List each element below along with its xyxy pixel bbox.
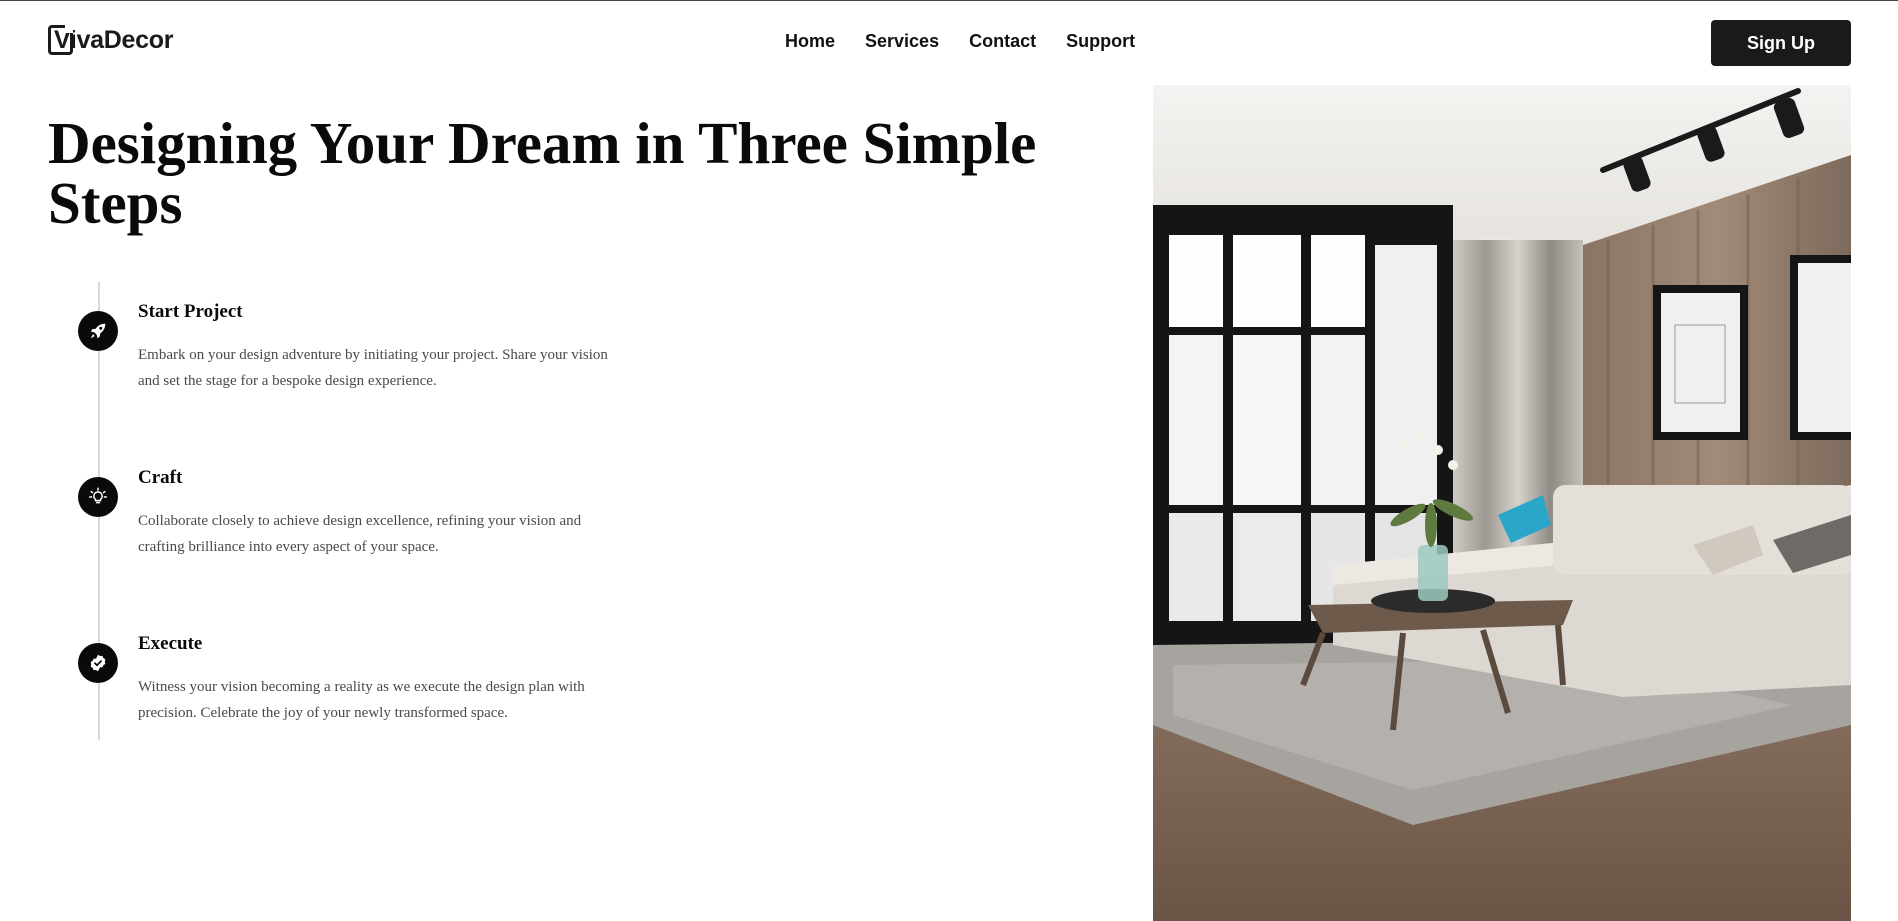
logo-mark-icon xyxy=(48,25,73,55)
step-description: Witness your vision becoming a reality a… xyxy=(138,679,585,721)
step-description: Collaborate closely to achieve design ex… xyxy=(138,513,582,555)
main-nav: Home Services Contact Support xyxy=(785,31,1135,52)
sign-up-button[interactable]: Sign Up xyxy=(1711,20,1851,66)
nav-link-services[interactable]: Services xyxy=(865,31,939,52)
nav-link-support[interactable]: Support xyxy=(1066,31,1135,52)
nav-link-home[interactable]: Home xyxy=(785,31,835,52)
nav-link-contact[interactable]: Contact xyxy=(969,31,1036,52)
rocket-icon xyxy=(78,311,118,351)
step-title: Execute xyxy=(138,633,203,654)
brand-logo[interactable]: VivaDecor xyxy=(48,23,173,57)
check-badge-icon xyxy=(78,643,118,683)
living-room-photo xyxy=(1153,85,1851,921)
step-title: Start Project xyxy=(138,301,243,322)
site-header: VivaDecor Home Services Contact Support … xyxy=(0,1,1898,83)
lightbulb-icon xyxy=(78,477,118,517)
step-title: Craft xyxy=(138,467,183,488)
page-title: Designing Your Dream in Three Simple Ste… xyxy=(48,110,1037,236)
step-description: Embark on your design adventure by initi… xyxy=(138,347,608,389)
